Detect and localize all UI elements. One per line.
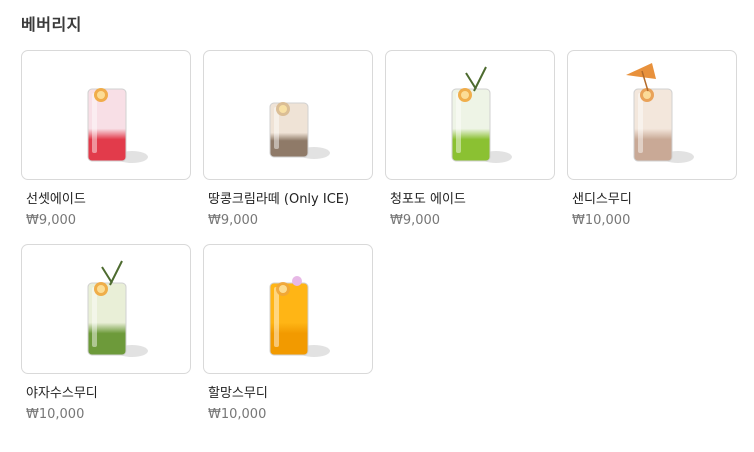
- product-card[interactable]: 야자수스무디 ₩10,000: [21, 244, 191, 422]
- product-image[interactable]: [203, 244, 373, 374]
- product-card[interactable]: 할망스무디 ₩10,000: [203, 244, 373, 422]
- product-card[interactable]: 청포도 에이드 ₩9,000: [385, 50, 555, 228]
- product-name[interactable]: 샌디스무디: [572, 188, 737, 207]
- product-name[interactable]: 청포도 에이드: [390, 188, 555, 207]
- product-card[interactable]: 샌디스무디 ₩10,000: [567, 50, 737, 228]
- halmang-smoothie-glass-icon: [269, 276, 330, 357]
- product-name[interactable]: 야자수스무디: [26, 382, 191, 401]
- product-card[interactable]: 선셋에이드 ₩9,000: [21, 50, 191, 228]
- section-title: 베버리지: [21, 15, 82, 34]
- sandy-smoothie-glass-icon: [626, 63, 694, 163]
- product-price: ₩10,000: [208, 407, 267, 422]
- product-price: ₩9,000: [208, 213, 259, 228]
- product-card[interactable]: 땅콩크림라떼 (Only ICE) ₩9,000: [203, 50, 373, 228]
- sunset-ade-glass-icon: [87, 88, 148, 163]
- product-image[interactable]: [567, 50, 737, 180]
- product-image[interactable]: [203, 50, 373, 180]
- product-image[interactable]: [21, 244, 191, 374]
- peanut-cream-latte-glass-icon: [269, 102, 330, 159]
- palm-smoothie-glass-icon: [87, 260, 148, 357]
- product-name[interactable]: 할망스무디: [208, 382, 373, 401]
- product-price: ₩9,000: [26, 213, 77, 228]
- product-image[interactable]: [21, 50, 191, 180]
- product-price: ₩10,000: [572, 213, 631, 228]
- product-name[interactable]: 땅콩크림라떼 (Only ICE): [208, 188, 373, 207]
- product-price: ₩9,000: [390, 213, 441, 228]
- product-image[interactable]: [385, 50, 555, 180]
- product-price: ₩10,000: [26, 407, 85, 422]
- product-name[interactable]: 선셋에이드: [26, 188, 191, 207]
- green-grape-ade-glass-icon: [451, 66, 512, 163]
